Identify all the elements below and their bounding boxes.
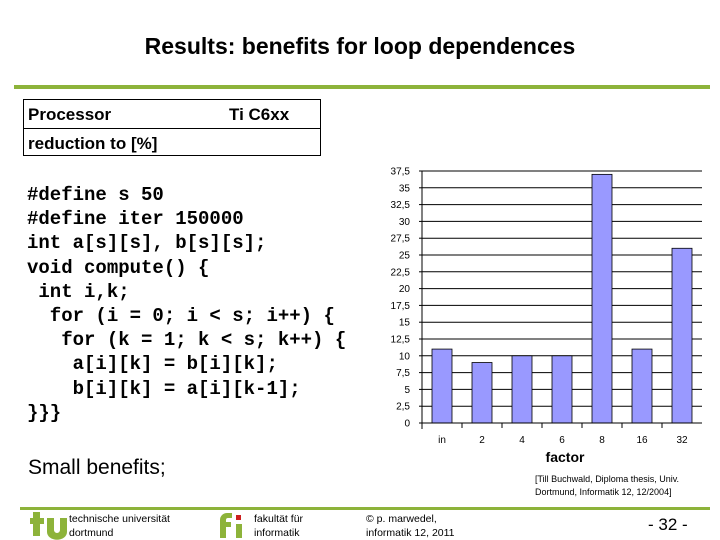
x-tick-label: 16 bbox=[636, 435, 648, 446]
top-divider bbox=[14, 85, 710, 89]
y-tick-label: 27,5 bbox=[391, 234, 411, 245]
bar-32 bbox=[671, 247, 693, 424]
bar-2 bbox=[471, 362, 493, 424]
copyright-line: informatik 12, 2011 bbox=[366, 527, 455, 539]
bar-8 bbox=[591, 173, 613, 424]
bar-in bbox=[431, 348, 453, 424]
tu-line: technische universität bbox=[69, 513, 170, 525]
bar-chart: 0 2,5 5 7,5 10 12,5 15 17,5 20 22,5 25 27,5 30 32,5 35… bbox=[391, 167, 702, 465]
y-tick-label: 17,5 bbox=[391, 301, 411, 312]
processor-label: Processor bbox=[28, 105, 112, 124]
code-line: a[i][k] = b[i][k]; bbox=[27, 353, 278, 376]
x-tick-label: 2 bbox=[479, 435, 485, 446]
fi-line: informatik bbox=[254, 527, 300, 539]
code-line: for (i = 0; i < s; i++) { bbox=[27, 305, 335, 328]
tu-logo-icon bbox=[30, 512, 67, 540]
y-tick-label: 5 bbox=[404, 385, 410, 396]
tu-line: dortmund bbox=[69, 527, 114, 539]
y-tick-label: 22,5 bbox=[391, 267, 411, 278]
x-tick-label: 32 bbox=[676, 435, 688, 446]
x-tick-label: 8 bbox=[599, 435, 605, 446]
code-line: b[i][k] = a[i][k-1]; bbox=[27, 377, 301, 400]
code-line: int a[s][s], b[s][s]; bbox=[27, 232, 267, 255]
processor-value: Ti C6xx bbox=[229, 105, 290, 124]
y-tick-label: 37,5 bbox=[391, 167, 411, 178]
code-line: #define iter 150000 bbox=[27, 208, 244, 231]
code-block: #define s 50 #define iter 150000 int a[s… bbox=[27, 183, 346, 425]
y-tick-label: 7,5 bbox=[396, 368, 410, 379]
copyright: © p. marwedel, informatik 12, 2011 bbox=[366, 512, 455, 540]
tu-name: technische universität dortmund bbox=[69, 512, 170, 540]
code-line: int i,k; bbox=[27, 280, 130, 303]
y-tick-label: 10 bbox=[399, 351, 411, 362]
conclusion-text: Small benefits; bbox=[28, 456, 166, 479]
reduction-label: reduction to [%] bbox=[28, 134, 158, 153]
bars bbox=[431, 173, 693, 424]
x-tick-label: 4 bbox=[519, 435, 525, 446]
bar-6 bbox=[551, 355, 573, 424]
x-tick-label: 6 bbox=[559, 435, 565, 446]
fi-logo-icon bbox=[220, 513, 242, 538]
code-line: #define s 50 bbox=[27, 184, 164, 206]
citation-line: [Till Buchwald, Diploma thesis, Univ. bbox=[535, 474, 680, 484]
y-tick-label: 25 bbox=[399, 251, 411, 262]
reduction-row: reduction to [%] bbox=[24, 129, 320, 157]
y-tick-label: 35 bbox=[399, 183, 411, 194]
citation-line: Dortmund, Informatik 12, 12/2004] bbox=[535, 487, 672, 497]
citation: [Till Buchwald, Diploma thesis, Univ. Do… bbox=[535, 473, 679, 499]
page-number: - 32 - bbox=[648, 515, 688, 534]
bar-16 bbox=[631, 348, 653, 424]
x-tick-label: in bbox=[438, 435, 446, 446]
copyright-line: © p. marwedel, bbox=[366, 513, 437, 525]
y-tick-label: 15 bbox=[399, 318, 411, 329]
fi-name: fakultät für informatik bbox=[254, 512, 303, 540]
processor-row: Processor Ti C6xx bbox=[24, 100, 320, 129]
y-tick-label: 20 bbox=[399, 284, 411, 295]
y-tick-label: 2,5 bbox=[396, 402, 410, 413]
code-line: void compute() { bbox=[27, 256, 210, 279]
x-axis-label: factor bbox=[546, 449, 585, 465]
bottom-divider bbox=[20, 507, 710, 510]
fi-line: fakultät für bbox=[254, 513, 304, 525]
y-tick-label: 0 bbox=[404, 419, 410, 430]
y-tick-label: 30 bbox=[399, 217, 411, 228]
processor-table: Processor Ti C6xx reduction to [%] bbox=[23, 99, 321, 156]
code-line: }}} bbox=[27, 401, 62, 424]
code-line: for (k = 1; k < s; k++) { bbox=[27, 329, 347, 352]
y-tick-label: 12,5 bbox=[391, 335, 411, 346]
bar-4 bbox=[511, 355, 533, 424]
y-tick-label: 32,5 bbox=[391, 200, 411, 211]
slide-title: Results: benefits for loop dependences bbox=[144, 33, 576, 59]
